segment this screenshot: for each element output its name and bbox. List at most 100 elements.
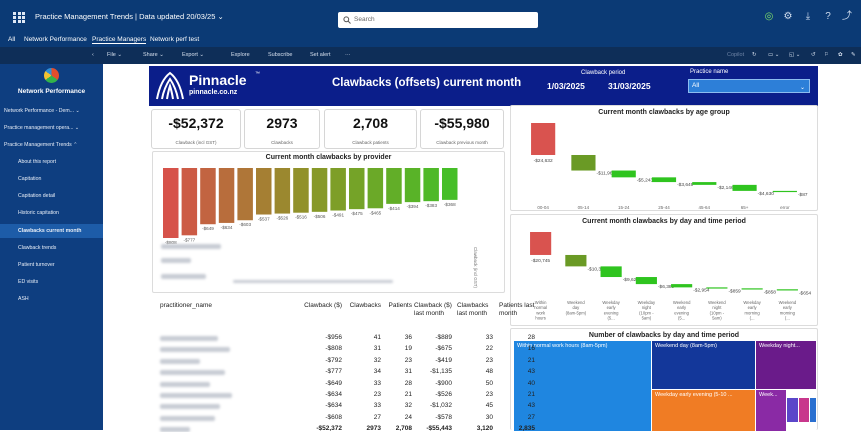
reset-icon[interactable]: ↺ <box>811 52 816 58</box>
edit-icon[interactable]: ✎ <box>851 52 856 58</box>
waterfall-bar-2[interactable] <box>571 154 596 171</box>
treemap-tile-small[interactable] <box>787 398 798 422</box>
treemap-tile-weekend-day[interactable]: Weekend day (8am-5pm) <box>652 341 755 389</box>
provider-bar-J[interactable] <box>330 168 346 211</box>
column-header-clawback-last-month[interactable]: Clawback ($) last month <box>414 302 452 318</box>
waterfall-bar-5[interactable] <box>671 284 693 288</box>
kpi-clawback-patients[interactable]: 2,708 Clawback patients <box>324 109 417 149</box>
kpi-value: -$52,372 <box>168 115 224 131</box>
help-icon[interactable]: ? <box>822 11 834 23</box>
kpi-clawback-total[interactable]: -$52,372 Clawback (incl GST) <box>151 109 241 149</box>
nav-network-performance-demo[interactable]: Network Performance - Dem... ⌄ <box>4 108 80 114</box>
waterfall-bar-4[interactable] <box>651 177 677 183</box>
column-header-patients[interactable]: Patients <box>379 302 413 310</box>
waterfall-bar-6[interactable] <box>732 184 757 191</box>
app-launcher-icon[interactable] <box>13 12 25 23</box>
provider-bar-chart[interactable]: -$808-$777-$649 -$634-$603-$537 -$526 -$516… <box>153 164 503 284</box>
share-icon[interactable]: ⤴ <box>841 11 853 23</box>
provider-bar-I[interactable] <box>311 168 328 212</box>
refresh-icon[interactable]: ↻ <box>752 52 757 58</box>
nav-ed-visits[interactable]: ED visits <box>18 279 38 285</box>
provider-bar-O[interactable] <box>423 168 439 202</box>
report-title-dropdown[interactable]: Practice Management Trends | Data update… <box>35 12 224 21</box>
treemap-tile-weekday-night[interactable]: Weekday night... <box>756 341 816 389</box>
copilot-button[interactable]: Copilot <box>727 52 744 58</box>
period-end-date[interactable]: 31/03/2025 <box>608 81 651 91</box>
nav-clawbacks-current-month[interactable]: Clawbacks current month <box>0 224 103 238</box>
bookmark-icon[interactable]: ⚐ <box>824 52 829 58</box>
settings-icon[interactable]: ⚙ <box>782 11 794 23</box>
waterfall-bar-5[interactable] <box>692 182 717 185</box>
provider-bar-E[interactable] <box>237 168 253 221</box>
column-header-clawbacks-last-month[interactable]: Clawbacks last month <box>457 302 493 318</box>
comment-icon[interactable]: ▭ ⌄ <box>768 52 779 58</box>
practice-name-dropdown[interactable]: All ⌄ <box>688 79 810 93</box>
provider-bar-M[interactable] <box>386 168 402 204</box>
waterfall-bar-2[interactable] <box>565 254 587 267</box>
nav-practice-management-trends[interactable]: Practice Management Trends ⌃ <box>4 142 78 148</box>
nav-about-this-report[interactable]: About this report <box>18 159 56 165</box>
provider-bar-H[interactable] <box>293 168 309 213</box>
download-icon[interactable]: ⤓ <box>802 11 814 23</box>
collapse-nav-button[interactable]: ‹ <box>92 52 94 58</box>
waterfall-bar-1[interactable] <box>530 232 552 255</box>
settings-small-icon[interactable]: ✿ <box>838 52 843 58</box>
set-alert-button[interactable]: Set alert <box>310 52 330 58</box>
column-header-clawbacks[interactable]: Clawbacks <box>343 302 381 310</box>
column-header-patients-last-month[interactable]: Patients last month <box>499 302 535 318</box>
waterfall-bar-7[interactable] <box>772 190 797 193</box>
waterfall-bar-7[interactable] <box>741 288 763 290</box>
treemap-tile-weekend-evening[interactable]: Week... <box>756 390 786 431</box>
provider-bar-P[interactable] <box>442 168 458 200</box>
subscribe-button[interactable]: Subscribe <box>268 52 292 58</box>
kpi-clawback-previous-month[interactable]: -$55,980 Clawback previous month <box>420 109 504 149</box>
provider-bar-F[interactable] <box>256 168 272 215</box>
nav-clawback-trends[interactable]: Clawback trends <box>18 245 56 251</box>
search-input[interactable]: Search <box>338 12 538 28</box>
file-menu[interactable]: File ⌄ <box>107 52 122 58</box>
export-menu[interactable]: Export ⌄ <box>182 52 204 58</box>
app-header: Practice Management Trends | Data update… <box>0 0 861 33</box>
age-waterfall-chart[interactable]: -$24,63200-04-$11,96505-14-$5,24315-24-$… <box>511 119 817 211</box>
waterfall-bar-4[interactable] <box>635 277 657 285</box>
nav-ash[interactable]: ASH <box>18 296 29 302</box>
tab-practice-managers[interactable]: Practice Managers <box>92 36 147 44</box>
treemap-tile-small[interactable] <box>799 398 809 422</box>
column-header-practitioner[interactable]: practitioner_name <box>160 302 212 310</box>
practitioner-table[interactable]: practitioner_name Clawback ($) Clawbacks… <box>150 300 535 432</box>
provider-bar-C[interactable] <box>200 168 216 225</box>
treemap-tile-small[interactable] <box>810 398 816 422</box>
provider-bar-label: -$491 <box>332 213 344 218</box>
kpi-clawbacks[interactable]: 2973 Clawbacks <box>244 109 320 149</box>
waterfall-bar-1[interactable] <box>531 123 556 155</box>
share-menu[interactable]: Share ⌄ <box>143 52 164 58</box>
nav-practice-management-ops[interactable]: Practice management opera... ⌄ <box>4 125 79 131</box>
horizontal-scrollbar[interactable] <box>233 280 393 283</box>
provider-bar-N[interactable] <box>404 168 421 203</box>
nav-capitation[interactable]: Capitation <box>18 176 41 182</box>
treemap-tile-weekday-early-evening[interactable]: Weekday early evening (5-10 ... <box>652 390 755 431</box>
nav-capitation-detail[interactable]: Capitation detail <box>18 193 55 199</box>
provider-bar-L[interactable] <box>367 168 384 209</box>
tab-network-performance[interactable]: Network Performance <box>24 36 87 43</box>
column-header-clawback[interactable]: Clawback ($) <box>302 302 342 310</box>
waterfall-bar-3[interactable] <box>600 266 622 278</box>
provider-bar-K[interactable] <box>349 168 365 210</box>
tab-network-perf-test[interactable]: Network perf test <box>150 36 199 43</box>
waterfall-bar-3[interactable] <box>611 170 636 178</box>
nav-historic-capitation[interactable]: Historic capitation <box>18 210 59 216</box>
copilot-icon[interactable]: ◎ <box>763 11 775 23</box>
waterfall-bar-6[interactable] <box>706 287 728 289</box>
waterfall-bar-8[interactable] <box>776 289 798 291</box>
tab-all[interactable]: All <box>8 36 15 43</box>
provider-bar-B[interactable] <box>181 168 198 236</box>
provider-bar-A[interactable] <box>163 168 179 238</box>
period-start-date[interactable]: 1/03/2025 <box>547 81 585 91</box>
nav-patient-turnover[interactable]: Patient turnover <box>18 262 55 268</box>
daytime-waterfall-chart[interactable]: -$20,745Withinnormalworkhours-$10,309Wee… <box>511 228 817 326</box>
explore-button[interactable]: Explore <box>231 52 250 58</box>
more-options-button[interactable]: ··· <box>345 52 351 58</box>
provider-bar-G[interactable] <box>274 168 291 214</box>
view-icon[interactable]: ◱ ⌄ <box>789 52 800 58</box>
provider-bar-D[interactable] <box>218 168 235 223</box>
